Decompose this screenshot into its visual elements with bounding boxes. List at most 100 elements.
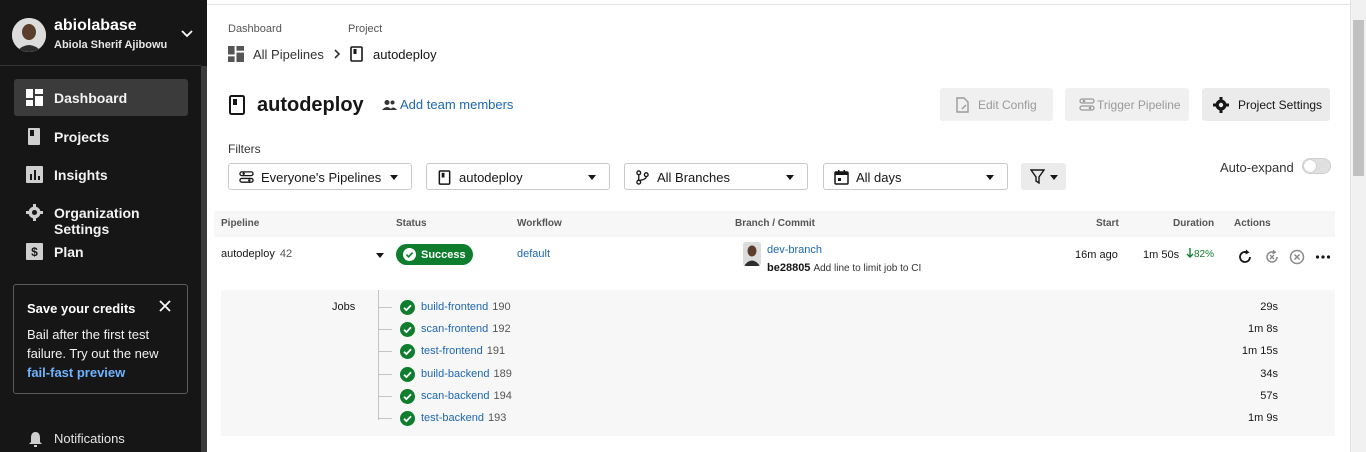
fail-fast-link[interactable]: fail-fast preview [27,365,125,380]
table-row[interactable]: autodeploy 42 Success default dev-branch … [214,237,1335,285]
project-filter-select[interactable]: autodeploy [426,163,610,190]
col-branch-commit: Branch / Commit [735,218,816,229]
promo-body: Bail after the first test failure. Try o… [27,327,159,361]
jobs-panel: Jobs build-frontend 190 29s scan-frontend… [221,290,1335,436]
job-link[interactable]: build-backend 189 [421,368,512,380]
trigger-pipeline-button[interactable]: Trigger Pipeline [1065,88,1189,121]
more-filters-button[interactable] [1021,163,1066,190]
avatar [12,18,46,52]
start-time: 16m ago [1075,249,1118,261]
arrow-down-icon [1186,248,1194,258]
project-settings-button[interactable]: Project Settings [1202,88,1330,121]
username: abiolabase [54,17,137,34]
pipeline-icon [1079,97,1095,111]
check-circle-icon [403,248,416,261]
promo-title: Save your credits [27,301,136,316]
job-duration: 1m 9s [1248,412,1278,424]
branches-filter-value: All Branches [657,170,730,185]
rerun-icon[interactable] [1237,249,1253,265]
job-link[interactable]: build-frontend 190 [421,301,511,313]
cancel-icon[interactable] [1289,249,1305,265]
project-filter-value: autodeploy [459,170,523,185]
more-actions-icon[interactable] [1315,249,1331,265]
days-filter-select[interactable]: All days [823,163,1008,190]
breadcrumb-project[interactable]: autodeploy [350,46,437,62]
tree-line [378,329,392,330]
sidebar-item-label: Dashboard [54,90,128,106]
close-icon[interactable] [158,299,172,313]
tree-line [378,396,392,397]
pipeline-name[interactable]: autodeploy 42 [221,248,292,260]
list-item[interactable]: scan-frontend 192 1m 8s [378,320,1278,340]
people-icon [382,99,397,110]
sidebar-item-organization-settings[interactable]: Organization Settings [14,194,188,237]
col-actions: Actions [1234,218,1271,229]
gear-icon [1213,96,1229,113]
job-link[interactable]: scan-frontend 192 [421,323,511,335]
list-item[interactable]: build-frontend 190 29s [378,298,1278,318]
project-settings-label: Project Settings [1238,97,1323,112]
filters-label: Filters [228,142,261,156]
job-number: 189 [493,368,512,380]
pipelines-filter-select[interactable]: Everyone's Pipelines [228,163,412,190]
edit-config-button[interactable]: Edit Config [940,88,1053,121]
sidebar-item-dashboard[interactable]: Dashboard [14,79,188,116]
check-circle-icon [400,300,415,315]
add-team-members-link[interactable]: Add team members [382,97,513,112]
check-circle-icon [400,389,415,404]
table-header: Pipeline Status Workflow Branch / Commit… [214,211,1335,237]
project-icon [350,46,363,62]
dashboard-icon [228,46,244,62]
gear-icon [26,204,43,221]
auto-expand-label: Auto-expand [1220,160,1294,175]
chevron-down-icon[interactable] [180,26,194,40]
status-text: Success [421,248,466,261]
chevron-right-icon [334,49,340,59]
trigger-pipeline-label: Trigger Pipeline [1097,97,1181,112]
tree-line [378,307,392,308]
tree-line [378,374,392,375]
notifications-label: Notifications [54,431,125,446]
list-item[interactable]: scan-backend 194 57s [378,387,1278,407]
sidebar-item-insights[interactable]: Insights [14,156,188,193]
page-scrollbar[interactable] [1350,0,1366,452]
pipeline-number: 42 [279,248,293,260]
col-status: Status [396,218,427,229]
expand-caret-icon[interactable] [376,253,384,258]
job-name: scan-frontend [421,323,489,335]
commit-info[interactable]: be28805 Add line to limit job to CI [767,262,921,274]
breadcrumb-all-pipelines[interactable]: All Pipelines [228,46,342,62]
job-link[interactable]: scan-backend 194 [421,390,512,402]
sidebar-item-projects[interactable]: Projects [14,118,188,155]
user-full-name: Abiola Sherif Ajibowu [54,39,168,51]
job-number: 190 [492,301,511,313]
toggle-knob [1304,160,1316,172]
job-link[interactable]: test-frontend 191 [421,345,505,357]
job-number: 193 [487,412,507,424]
sidebar-item-label: Plan [54,244,84,260]
branch-link[interactable]: dev-branch [767,244,822,256]
job-name: build-backend [421,368,490,380]
check-circle-icon [400,344,415,359]
sidebar-item-plan[interactable]: $ Plan [14,233,188,270]
branches-filter-select[interactable]: All Branches [624,163,808,190]
list-item[interactable]: build-backend 189 34s [378,365,1278,385]
list-item[interactable]: test-frontend 191 1m 15s [378,342,1278,362]
list-item[interactable]: test-backend 193 1m 9s [378,409,1278,429]
job-name: test-frontend [421,345,483,357]
breadcrumb-project-label: Project [348,23,383,35]
job-link[interactable]: test-backend 193 [421,412,506,424]
workflow-link[interactable]: default [517,248,550,260]
branch-icon [636,170,649,185]
auto-expand-toggle[interactable] [1302,158,1331,174]
scrollbar-thumb[interactable] [1353,20,1364,176]
job-duration: 34s [1260,368,1278,380]
col-duration: Duration [1173,218,1215,229]
status-badge[interactable]: Success [396,244,473,265]
pipelines-filter-value: Everyone's Pipelines [261,170,382,185]
check-circle-icon [400,367,415,382]
user-switcher[interactable]: abiolabase Abiola Sherif Ajibowu [12,16,197,54]
main-content: Dashboard Project All Pipelines autodepl… [207,0,1350,452]
rerun-failed-icon[interactable] [1264,249,1280,265]
plan-icon: $ [26,243,43,260]
